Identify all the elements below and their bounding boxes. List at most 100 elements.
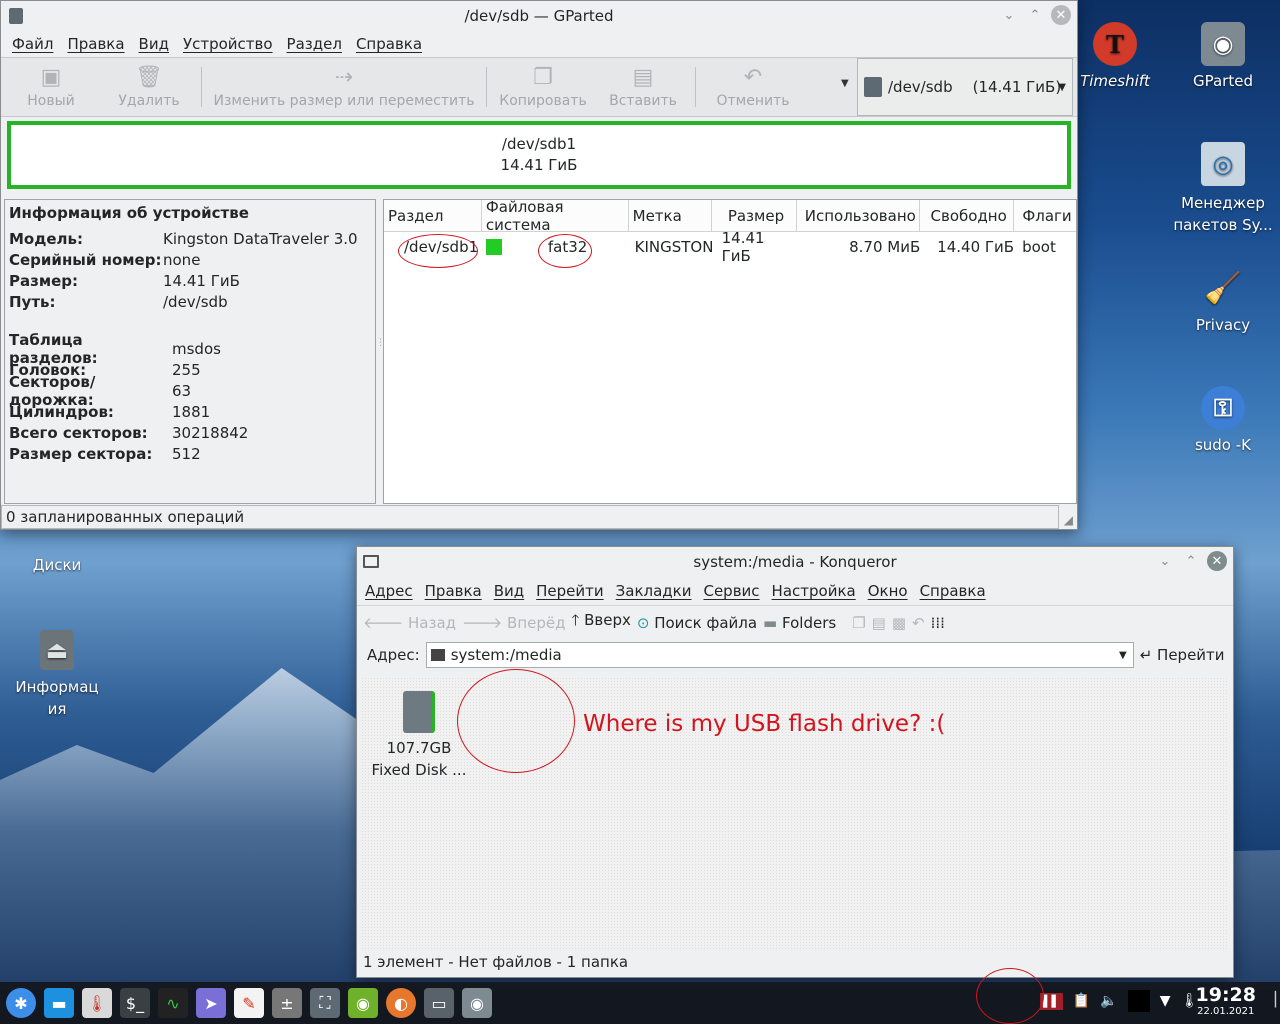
paste-icon[interactable]: ▤ — [872, 614, 886, 632]
column-header-size[interactable]: Размер — [712, 200, 798, 231]
desktop-icon-info[interactable]: ⏏ Информация — [2, 630, 112, 720]
file-manager-icon[interactable]: ▬ — [44, 988, 74, 1018]
info-value: Kingston DataTraveler 3.0 — [163, 229, 358, 248]
konqueror-task-icon[interactable]: ▭ — [424, 988, 454, 1018]
close-icon[interactable]: ✕ — [1051, 5, 1071, 25]
undo-button[interactable]: ↶ Отменить — [700, 65, 806, 109]
toolbar-overflow-icon[interactable]: ▼ — [841, 78, 849, 89]
screenshot-icon[interactable]: ⛶ — [310, 988, 340, 1018]
app-launcher-icon[interactable]: ✱ — [6, 988, 36, 1018]
column-header-partition[interactable]: Раздел — [384, 200, 482, 231]
menu-window[interactable]: Окно — [862, 582, 914, 600]
info-key: Цилиндров: — [9, 402, 114, 421]
menu-view[interactable]: Вид — [488, 582, 530, 600]
go-button[interactable]: ↵ Перейти — [1140, 646, 1225, 664]
volume-icon[interactable]: 🔈 — [1100, 993, 1117, 1009]
desktop-icon-sudo[interactable]: ⚿ sudo -K — [1168, 386, 1278, 454]
find-file-button[interactable]: ⊙ Поиск файла — [637, 614, 757, 632]
undo-icon[interactable]: ↶ — [912, 614, 925, 632]
forward-button[interactable]: 🡒 Вперёд — [462, 613, 565, 632]
menu-tools[interactable]: Сервис — [697, 582, 765, 600]
new-button[interactable]: ▣ Новый — [1, 65, 101, 109]
delete-button[interactable]: 🗑 Удалить — [101, 65, 197, 109]
address-input[interactable]: system:/media ▼ — [425, 642, 1134, 668]
menu-bookmarks[interactable]: Закладки — [610, 582, 698, 600]
network-icon[interactable]: ▼ — [1160, 993, 1171, 1009]
menu-edit[interactable]: Правка — [60, 35, 131, 53]
copy-button[interactable]: ❐ Копировать — [491, 65, 595, 109]
resize-move-button[interactable]: ⇢ Изменить размер или переместить — [206, 65, 482, 109]
desktop-icon-package-manager[interactable]: ◎ Менеджер пакетов Sy... — [1168, 142, 1278, 236]
konqueror-titlebar[interactable]: system:/media - Konqueror ⌄ ⌃ ✕ — [357, 547, 1233, 577]
partition-bar[interactable]: /dev/sdb1 14.41 ГиБ — [7, 121, 1071, 189]
system-monitor-icon[interactable]: ∿ — [158, 988, 188, 1018]
menu-partition[interactable]: Раздел — [280, 35, 349, 53]
menu-help[interactable]: Справка — [349, 35, 429, 53]
column-header-free[interactable]: Свободно — [920, 200, 1015, 231]
column-header-flags[interactable]: Флаги — [1014, 200, 1076, 231]
konqueror-window: system:/media - Konqueror ⌄ ⌃ ✕ Адрес Пр… — [356, 546, 1234, 978]
desktop-icon-privacy[interactable]: 🧹 Privacy — [1168, 266, 1278, 335]
firefox-icon[interactable]: ◐ — [386, 988, 416, 1018]
delete-label: Удалить — [118, 93, 180, 109]
resize-grip-icon[interactable]: ◢ — [1064, 513, 1073, 527]
copy-icon[interactable]: ❐ — [852, 614, 865, 632]
column-header-used[interactable]: Использовано — [797, 200, 921, 231]
pane-splitter-handle[interactable]: ⋮ — [376, 339, 385, 361]
column-header-filesystem[interactable]: Файловая система — [482, 198, 629, 234]
info-row: Цилиндров: 1881 — [9, 401, 371, 422]
show-desktop-icon[interactable]: ▕ — [1265, 992, 1276, 1008]
tray-black-icon[interactable] — [1127, 990, 1150, 1012]
desktop-icon-disks[interactable]: Диски — [2, 530, 112, 574]
gparted-window: /dev/sdb — GParted ⌄ ⌃ ✕ Файл Правка Вид… — [0, 0, 1078, 530]
up-button[interactable]: 🡑 Вверх — [572, 610, 631, 635]
device-selector[interactable]: /dev/sdb (14.41 ГиБ) ▼ — [857, 58, 1073, 116]
terminal-icon[interactable]: $_ — [120, 988, 150, 1018]
cell-label: KINGSTON — [634, 238, 714, 256]
text-editor-icon[interactable]: ✎ — [234, 988, 264, 1018]
cursor-icon[interactable]: ➤ — [196, 988, 226, 1018]
menu-file[interactable]: Файл — [5, 35, 60, 53]
nvidia-icon[interactable]: ◉ — [348, 988, 378, 1018]
desktop-icon-gparted[interactable]: ◉ GParted — [1168, 22, 1278, 90]
minimize-icon[interactable]: ⌄ — [1155, 551, 1175, 571]
clipboard-icon[interactable]: 📋 — [1073, 993, 1090, 1009]
konqueror-toolbar: 🡐 Назад 🡒 Вперёд 🡑 Вверх ⊙ Поиск файла ▬… — [357, 605, 1233, 639]
menu-view[interactable]: Вид — [132, 35, 176, 53]
info-row: Размер сектора: 512 — [9, 443, 371, 464]
close-icon[interactable]: ✕ — [1207, 551, 1227, 571]
trash-icon[interactable]: ▩ — [892, 614, 906, 632]
menu-device[interactable]: Устройство — [176, 35, 280, 53]
hard-disk-icon — [403, 691, 435, 733]
info-value: msdos — [172, 339, 221, 358]
minimize-icon[interactable]: ⌄ — [999, 5, 1019, 25]
menu-settings[interactable]: Настройка — [766, 582, 862, 600]
gparted-task-icon[interactable]: ◉ — [462, 988, 492, 1018]
list-item[interactable]: 107.7GB Fixed Disk ... — [371, 685, 467, 781]
thermometer-icon[interactable]: 🌡 — [82, 988, 112, 1018]
chevron-down-icon[interactable]: ▼ — [1119, 650, 1127, 661]
gparted-statusbar: 0 запланированных операций — [1, 505, 1059, 529]
file-view[interactable]: 107.7GB Fixed Disk ... Where is my USB f… — [361, 669, 1229, 949]
status-text: 0 запланированных операций — [6, 508, 245, 526]
menu-location[interactable]: Адрес — [359, 582, 419, 600]
folders-button[interactable]: ▬ Folders — [763, 614, 836, 632]
menu-edit[interactable]: Правка — [419, 582, 488, 600]
disk-icon — [864, 77, 882, 97]
table-row[interactable]: /dev/sdb1 fat32 KINGSTON 14.41 ГиБ 8.70 … — [384, 229, 1076, 265]
maximize-icon[interactable]: ⌃ — [1181, 551, 1201, 571]
resize-icon: ⇢ — [334, 65, 354, 90]
partition-bar-size: 14.41 ГиБ — [500, 156, 578, 174]
column-header-label[interactable]: Метка — [629, 200, 712, 231]
menu-go[interactable]: Перейти — [530, 582, 610, 600]
paste-button[interactable]: ▤ Вставить — [595, 65, 691, 109]
maximize-icon[interactable]: ⌃ — [1025, 5, 1045, 25]
cell-used: 8.70 МиБ — [849, 238, 921, 256]
clock[interactable]: 19:28 22.01.2021 — [1196, 984, 1256, 1017]
menu-help[interactable]: Справка — [914, 582, 992, 600]
back-button[interactable]: 🡐 Назад — [363, 613, 456, 632]
key-icon: ⚿ — [1201, 386, 1245, 430]
gparted-titlebar[interactable]: /dev/sdb — GParted ⌄ ⌃ ✕ — [1, 1, 1077, 31]
calculator-icon[interactable]: ± — [272, 988, 302, 1018]
view-mode-icon[interactable]: ⁞⁞⁞ — [931, 614, 945, 632]
